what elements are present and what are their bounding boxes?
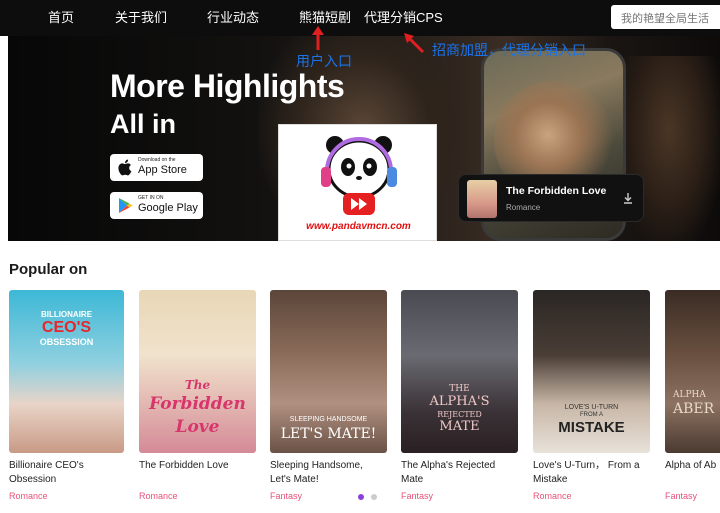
cover-text: LOVE'S U-TURN <box>564 404 619 411</box>
google-play-button[interactable]: GET IN ON Google Play <box>110 192 203 219</box>
pagination-dot-active[interactable] <box>358 494 364 500</box>
featured-book-genre: Romance <box>506 203 541 212</box>
book-genre: Romance <box>533 491 572 501</box>
book-cover-alphas-rejected-mate[interactable]: THE ALPHA'S REJECTED MATE <box>401 290 518 453</box>
user-entry-annotation: 用户入口 <box>296 53 352 69</box>
featured-book-thumbnail <box>467 180 497 218</box>
apple-icon <box>118 159 132 176</box>
cover-text: THE <box>449 384 470 394</box>
book-cover-billionaire-ceo[interactable]: BILLIONAIRE CEO'S OBSESSION <box>9 290 124 453</box>
book-cover-forbidden-love[interactable]: The Forbidden Love <box>139 290 256 453</box>
book-title-loves-u-turn[interactable]: Love's U-Turn， From a Mistake <box>533 459 655 487</box>
featured-book-title: The Forbidden Love <box>506 185 607 197</box>
app-store-label: App Store <box>138 164 187 176</box>
book-genre: Romance <box>9 491 48 501</box>
annotation-arrows <box>312 26 425 54</box>
cover-text: LET'S MATE! <box>280 426 377 442</box>
book-title-sleeping-handsome[interactable]: Sleeping Handsome, Let's Mate! <box>270 459 385 487</box>
cover-text: BILLIONAIRE <box>40 310 93 319</box>
cover-text: Love <box>175 417 220 437</box>
app-store-button[interactable]: Download on the App Store <box>110 154 203 181</box>
cover-text: REJECTED <box>437 410 482 419</box>
arrow-up-icon <box>312 26 324 50</box>
download-icon[interactable] <box>623 193 633 204</box>
featured-book-card[interactable]: The Forbidden Love Romance <box>458 174 644 222</box>
book-cover-sleeping-handsome[interactable]: SLEEPING HANDSOME LET'S MATE! <box>270 290 387 453</box>
book-title-alphas-rejected-mate[interactable]: The Alpha's Rejected Mate <box>401 459 516 487</box>
book-title-alpha-of-ab[interactable]: Alpha of Ab <box>665 459 720 473</box>
cover-text: SLEEPING HANDSOME <box>289 416 368 423</box>
cover-text: OBSESSION <box>39 337 94 347</box>
page: 首页 关于我们 行业动态 熊猫短剧 代理分销CPS More Highlight… <box>0 0 720 513</box>
panda-logo-panel: www.pandavmcn.com <box>278 124 437 241</box>
book-genre: Fantasy <box>665 491 698 501</box>
book-cover-alpha-of-ab[interactable]: ALPHA ABER <box>665 290 720 453</box>
cover-text: MATE <box>439 419 480 434</box>
book-cover-loves-u-turn[interactable]: LOVE'S U-TURN FROM A MISTAKE <box>533 290 650 453</box>
cover-text: ABER <box>673 401 715 417</box>
book-genre: Fantasy <box>401 491 434 501</box>
hero-subtitle: All in <box>110 109 176 139</box>
panda-logo-icon <box>321 136 397 215</box>
section-title-popular: Popular on <box>9 261 88 278</box>
cover-text: Forbidden <box>149 394 246 414</box>
book-genre: Romance <box>139 491 178 501</box>
google-play-icon <box>119 198 133 213</box>
cover-text: ALPHA <box>673 390 706 400</box>
logo-url-text: www.pandavmcn.com <box>306 221 411 232</box>
app-store-small-label: Download on the <box>138 157 176 163</box>
cover-text: MISTAKE <box>558 419 625 436</box>
google-play-label: Google Play <box>138 202 198 214</box>
cover-text: ALPHA'S <box>429 394 490 409</box>
book-genre: Fantasy <box>270 491 303 501</box>
pagination-dot[interactable] <box>371 494 377 500</box>
cover-text: CEO'S <box>41 319 92 336</box>
cover-text: The <box>184 378 211 392</box>
agent-entry-annotation: 招商加盟，代理分销入口 <box>432 42 586 58</box>
book-title-forbidden-love[interactable]: The Forbidden Love <box>139 459 264 473</box>
google-play-small-label: GET IN ON <box>138 195 164 201</box>
cover-text: FROM A <box>579 412 603 418</box>
book-title-billionaire-ceo[interactable]: Billionaire CEO's Obsession <box>9 459 124 487</box>
arrow-diagonal-icon <box>404 33 425 54</box>
